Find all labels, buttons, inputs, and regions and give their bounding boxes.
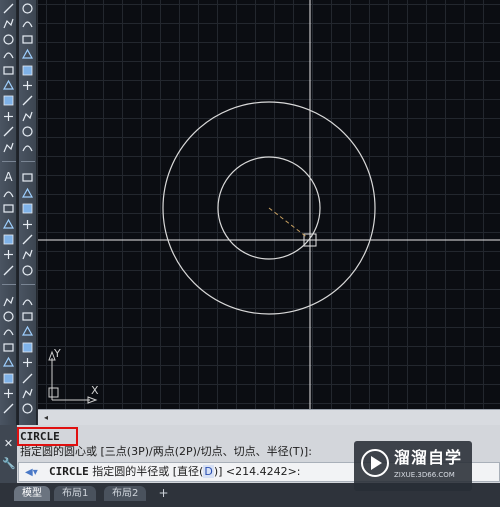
tab-layout2[interactable]: 布局2 <box>104 486 147 501</box>
move-icon[interactable] <box>2 110 15 123</box>
circle-icon[interactable] <box>2 233 15 246</box>
hatch-icon[interactable] <box>21 79 34 92</box>
drawing-svg: Y X <box>38 0 500 409</box>
copy-icon[interactable] <box>2 125 15 138</box>
hatch-icon[interactable] <box>2 94 15 107</box>
command-prompt-suffix: )] <214.4242>: <box>213 465 301 478</box>
polyline-icon[interactable] <box>21 202 34 215</box>
command-prompt-icon: ◀▾ <box>25 467 38 478</box>
toolbar-divider <box>21 161 35 162</box>
diameter-option-key[interactable]: D <box>203 465 214 478</box>
watermark-title: 溜溜自学 <box>394 448 463 467</box>
toolbar-divider <box>2 284 16 286</box>
command-line-side-bar: ✕ 🔧 <box>0 425 17 483</box>
extend-icon[interactable] <box>21 171 34 184</box>
trim-icon[interactable] <box>21 356 34 369</box>
line-icon[interactable] <box>2 2 15 15</box>
radius-preview-line <box>268 207 309 239</box>
rectangle-icon[interactable] <box>2 264 15 277</box>
arc-icon[interactable] <box>2 48 15 61</box>
move-icon[interactable] <box>21 94 34 107</box>
line-icon[interactable] <box>21 387 34 400</box>
line-icon[interactable] <box>2 402 15 415</box>
scroll-left-arrow-icon[interactable]: ◂ <box>40 412 52 423</box>
circle-icon[interactable] <box>21 17 34 30</box>
polyline-icon[interactable] <box>21 402 34 415</box>
ucs-y-label: Y <box>53 347 61 360</box>
add-layout-icon[interactable]: + <box>156 486 171 501</box>
line-icon[interactable] <box>2 202 15 215</box>
copy-icon[interactable] <box>2 341 15 354</box>
extend-icon[interactable] <box>2 187 15 200</box>
extend-icon[interactable] <box>21 372 34 385</box>
trim-icon[interactable]: A <box>2 171 15 184</box>
toolbar-divider <box>2 161 16 162</box>
text-icon[interactable] <box>21 264 34 277</box>
command-prompt-text: CIRCLE 指定圆的半径或 [直径(D)] <214.4242>: <box>49 464 301 480</box>
drawing-canvas[interactable]: Y X <box>38 0 500 409</box>
close-icon[interactable]: ✕ <box>2 437 15 450</box>
command-prompt-prefix: 指定圆的半径或 [直径( <box>88 465 204 478</box>
toolbar-divider <box>21 284 35 286</box>
rotate-icon[interactable] <box>21 341 34 354</box>
rectangle-icon[interactable] <box>2 64 15 77</box>
watermark: 溜溜自学 ZIXUE.3D66.COM <box>354 441 472 491</box>
rotate-icon[interactable] <box>2 141 15 154</box>
rotate-icon[interactable] <box>2 356 15 369</box>
move-icon[interactable] <box>2 325 15 338</box>
arc-icon[interactable] <box>2 248 15 261</box>
copy-icon[interactable] <box>21 110 34 123</box>
extend-icon[interactable] <box>2 387 15 400</box>
polyline-icon[interactable] <box>2 17 15 30</box>
tab-model[interactable]: 模型 <box>14 486 50 501</box>
line-icon[interactable] <box>21 187 34 200</box>
circle-icon[interactable] <box>2 33 15 46</box>
rectangle-icon[interactable] <box>21 248 34 261</box>
wrench-icon[interactable]: 🔧 <box>2 457 16 470</box>
trim-icon[interactable] <box>21 141 34 154</box>
rotate-icon[interactable] <box>21 125 34 138</box>
ucs-x-label: X <box>91 384 99 397</box>
text-icon[interactable] <box>2 79 15 92</box>
hatch-icon[interactable] <box>2 310 15 323</box>
hatch-icon[interactable] <box>21 295 34 308</box>
watermark-url: ZIXUE.3D66.COM <box>394 471 455 479</box>
trim-icon[interactable] <box>2 372 15 385</box>
polyline-icon[interactable] <box>21 2 34 15</box>
text-icon[interactable] <box>21 64 34 77</box>
horizontal-scrollbar[interactable]: ◂ <box>38 409 500 425</box>
copy-icon[interactable] <box>21 325 34 338</box>
watermark-logo-icon <box>361 449 389 477</box>
move-icon[interactable] <box>21 310 34 323</box>
command-history-line-2: 指定圆的圆心或 [三点(3P)/两点(2P)/切点、切点、半径(T)]: <box>20 445 312 458</box>
circle-icon[interactable] <box>21 218 34 231</box>
command-keyword: CIRCLE <box>49 465 89 478</box>
text-icon[interactable] <box>2 295 15 308</box>
polyline-icon[interactable] <box>2 218 15 231</box>
arc-icon[interactable] <box>21 33 34 46</box>
tab-layout1[interactable]: 布局1 <box>54 486 97 501</box>
arc-icon[interactable] <box>21 233 34 246</box>
rectangle-icon[interactable] <box>21 48 34 61</box>
